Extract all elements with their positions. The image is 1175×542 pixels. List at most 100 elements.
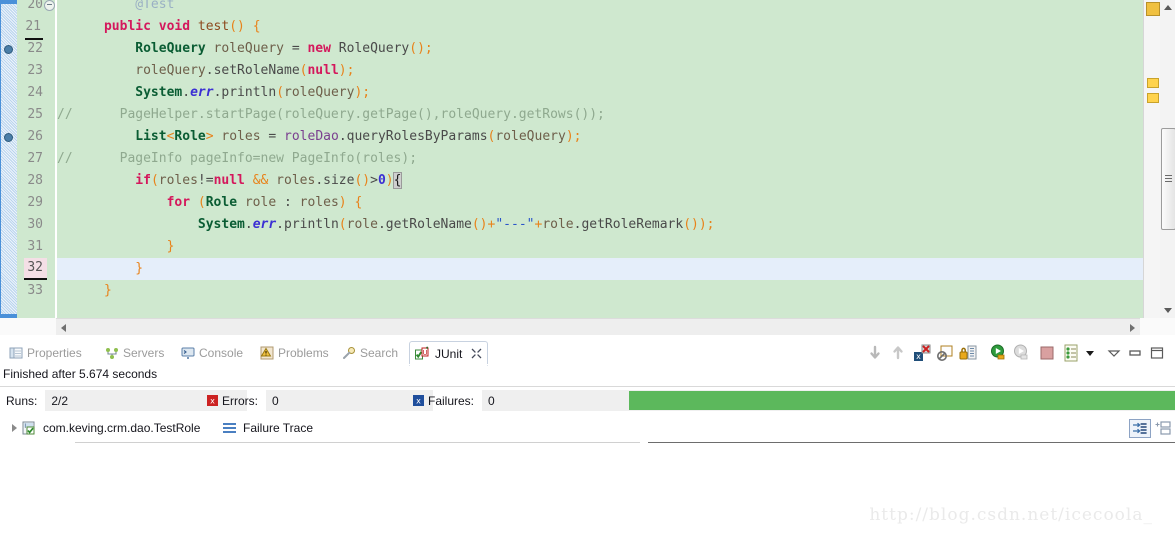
view-menu-chevron-icon[interactable]: [1081, 344, 1099, 362]
scroll-up-arrow[interactable]: [1160, 0, 1175, 15]
results-area: J com.keving.crm.dao.TestRole Failure Tr…: [0, 415, 1175, 445]
test-tree-row[interactable]: J com.keving.crm.dao.TestRole: [0, 415, 230, 441]
next-failure-icon[interactable]: [866, 344, 884, 362]
tab-problems[interactable]: Problems: [255, 342, 334, 364]
stop-icon[interactable]: [1038, 344, 1056, 362]
editor-horizontal-scrollbar[interactable]: [56, 318, 1140, 336]
tab-search[interactable]: Search: [337, 342, 403, 364]
failures-status-icon: x: [413, 395, 428, 406]
code-token: roleDao: [284, 129, 339, 144]
code-token: for: [166, 195, 191, 210]
code-token: role: [542, 217, 574, 232]
test-class-name[interactable]: com.keving.crm.dao.TestRole: [43, 421, 208, 435]
show-failures-only-icon[interactable]: x: [913, 344, 931, 362]
tab-label: Servers: [123, 346, 165, 360]
code-token: }: [103, 283, 112, 298]
code-token: System: [197, 217, 245, 232]
code-token: roleQuery: [284, 85, 355, 100]
properties-icon: [9, 346, 23, 360]
rerun-test-icon[interactable]: [990, 344, 1008, 362]
code-line[interactable]: // PageHelper.startPage(roleQuery.getPag…: [57, 104, 605, 126]
scroll-left-arrow[interactable]: [56, 319, 72, 336]
line-number: 27: [27, 151, 43, 166]
line-number: 33: [27, 283, 43, 298]
test-class-icon: J: [22, 421, 38, 436]
failure-trace-icon: [222, 422, 237, 435]
compare-failure-icon[interactable]: [1129, 418, 1151, 438]
line-number: 20: [27, 0, 43, 12]
code-token: .: [182, 85, 191, 100]
overview-ruler[interactable]: [1143, 0, 1160, 318]
code-line[interactable]: }: [57, 280, 112, 302]
line-number: 32: [24, 258, 47, 280]
code-token: roles: [268, 173, 316, 188]
editor-vertical-scrollbar[interactable]: [1160, 0, 1175, 318]
overview-warning-marker[interactable]: [1147, 93, 1159, 103]
code-token: .: [205, 63, 214, 78]
vertical-scroll-thumb[interactable]: [1161, 128, 1175, 230]
code-token: println: [284, 217, 339, 232]
results-left-divider: [75, 442, 640, 443]
rerun-failed-icon[interactable]: [1013, 344, 1031, 362]
code-editor[interactable]: 20 21 22 23 24 25 26 27 28 29 30 31 32 33 @Test publi…: [0, 0, 1175, 318]
tab-console[interactable]: Console: [176, 342, 248, 364]
code-line[interactable]: RoleQuery roleQuery = new RoleQuery();: [57, 38, 432, 60]
code-line[interactable]: roleQuery.setRoleName(null);: [57, 60, 354, 82]
code-line[interactable]: if(roles!=null && roles.size()>0){: [57, 170, 403, 192]
problems-icon: [260, 346, 274, 360]
svg-text:x: x: [916, 352, 921, 361]
code-line[interactable]: System.err.println(roleQuery);: [57, 82, 370, 104]
breakpoint-marker[interactable]: [4, 45, 13, 54]
code-line[interactable]: }: [57, 258, 143, 280]
code-token: }: [135, 261, 144, 276]
status-separator: [0, 386, 1175, 387]
breakpoint-marker[interactable]: [4, 133, 13, 142]
annotation-ruler[interactable]: [0, 0, 17, 318]
code-line[interactable]: public void test() {: [57, 16, 261, 38]
maximize-icon[interactable]: [1148, 344, 1166, 362]
code-token: >: [370, 173, 378, 188]
scroll-lock-icon[interactable]: [959, 344, 977, 362]
code-line[interactable]: List<Role> roles = roleDao.queryRolesByP…: [57, 126, 581, 148]
code-line[interactable]: System.err.println(role.getRoleName()+"-…: [57, 214, 715, 236]
scroll-down-arrow[interactable]: [1160, 303, 1175, 318]
code-token: null: [213, 173, 245, 188]
code-token: roles: [291, 195, 339, 210]
previous-failure-icon[interactable]: [889, 344, 907, 362]
failure-trace-toolbar[interactable]: [1129, 415, 1171, 441]
filter-stack-trace-icon[interactable]: [1155, 420, 1171, 436]
code-line[interactable]: // PageInfo pageInfo=new PageInfo(roles)…: [57, 148, 417, 170]
fold-collapse-icon[interactable]: [44, 0, 55, 11]
code-line[interactable]: }: [57, 236, 175, 258]
close-icon[interactable]: [471, 348, 482, 359]
show-ignored-icon[interactable]: [936, 344, 954, 362]
expand-twisty-icon[interactable]: [12, 424, 17, 432]
code-token: RoleQuery: [338, 41, 410, 56]
test-run-history-icon[interactable]: [1062, 344, 1080, 362]
code-line[interactable]: for (Role role : roles) {: [57, 192, 363, 214]
line-number: 30: [27, 217, 43, 232]
scroll-right-arrow[interactable]: [1124, 319, 1140, 336]
line-number-gutter[interactable]: 20 21 22 23 24 25 26 27 28 29 30 31 32 33: [17, 0, 55, 318]
restore-icon[interactable]: [1126, 344, 1144, 362]
runs-label: Runs:: [6, 393, 38, 408]
code-text-area[interactable]: @Test public void test() { RoleQuery rol…: [57, 0, 1175, 318]
overview-ruler-status-box[interactable]: [1146, 2, 1160, 16]
code-token: setRoleName: [213, 63, 300, 78]
overview-warning-marker[interactable]: [1147, 78, 1159, 88]
tab-junit[interactable]: U JUnit: [409, 341, 489, 366]
tab-properties[interactable]: Properties: [4, 342, 87, 364]
tab-label: JUnit: [435, 346, 463, 361]
search-icon: [342, 346, 356, 360]
run-status-text: Finished after 5.674 seconds: [3, 367, 158, 381]
code-token: (: [276, 85, 285, 100]
minimize-icon[interactable]: [1105, 344, 1123, 362]
code-token: Role: [174, 129, 206, 144]
code-line[interactable]: @Test: [57, 0, 174, 16]
tab-servers[interactable]: Servers: [100, 342, 169, 364]
line-number: 26: [27, 129, 43, 144]
